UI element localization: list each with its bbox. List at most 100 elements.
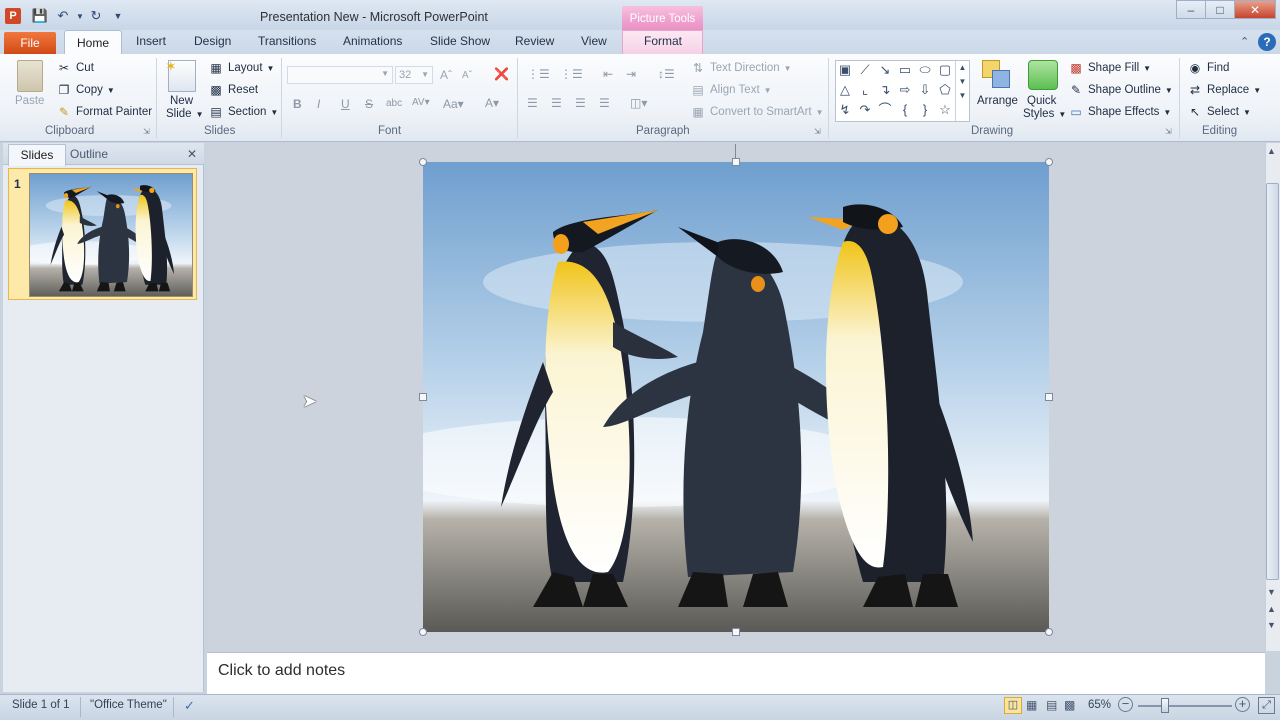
zoom-out-icon[interactable]: − <box>1118 697 1133 712</box>
align-left-icon[interactable]: ☰ <box>527 96 538 110</box>
clipboard-launcher-icon[interactable]: ⇲ <box>143 127 150 136</box>
strikethrough-icon[interactable]: S <box>365 97 373 111</box>
section-button[interactable]: ▤ Section ▼ <box>208 104 278 120</box>
replace-button[interactable]: ⇄ Replace ▼ <box>1187 82 1261 98</box>
pentagon-shape-icon[interactable]: ⬠ <box>936 81 954 99</box>
elbow-arrow-shape-icon[interactable]: ↴ <box>876 81 894 99</box>
down-arrow-shape-icon[interactable]: ⇩ <box>916 81 934 99</box>
right-brace-shape-icon[interactable]: } <box>916 101 934 119</box>
quick-styles-label-1[interactable]: Quick <box>1027 95 1056 107</box>
resize-handle-right[interactable] <box>1045 393 1053 401</box>
right-arrow-shape-icon[interactable]: ⇨ <box>896 81 914 99</box>
arrange-button[interactable]: Arrange <box>977 95 1018 107</box>
quick-styles-icon[interactable] <box>1028 60 1058 90</box>
shapes-more-icon[interactable]: ▲ ▼ ▼ <box>955 61 969 121</box>
tab-animations[interactable]: Animations <box>343 34 402 48</box>
arrow-line-shape-icon[interactable]: ↘ <box>876 61 894 79</box>
freeform-shape-icon[interactable]: ↯ <box>836 101 854 119</box>
slide-thumbnail[interactable] <box>29 173 193 297</box>
tab-slides[interactable]: Slides <box>8 144 66 166</box>
zoom-slider-thumb[interactable] <box>1161 698 1169 713</box>
align-text-button[interactable]: ▤ Align Text ▼ <box>690 82 771 98</box>
star-shape-icon[interactable]: ☆ <box>936 101 954 119</box>
decrease-indent-icon[interactable]: ⇤ <box>603 67 613 81</box>
rectangle-shape-icon[interactable]: ▭ <box>896 61 914 79</box>
help-icon[interactable]: ? <box>1258 33 1276 51</box>
tab-outline[interactable]: Outline <box>70 147 108 161</box>
clear-formatting-icon[interactable]: ❌ <box>494 67 509 81</box>
new-slide-label-2[interactable]: Slide ▼ <box>166 108 204 120</box>
save-icon[interactable]: 💾 <box>32 8 48 24</box>
elbow-shape-icon[interactable]: ⌞ <box>856 81 874 99</box>
shrink-font-icon[interactable]: Aˇ <box>462 70 472 81</box>
maximize-button[interactable]: □ <box>1205 0 1235 19</box>
cut-button[interactable]: ✂ Cut <box>56 60 94 76</box>
redo-icon[interactable]: ↻ <box>88 8 104 24</box>
grow-font-icon[interactable]: Aˆ <box>440 68 452 82</box>
undo-icon[interactable]: ↶ <box>55 8 71 24</box>
undo-dropdown-icon[interactable]: ▼ <box>72 8 88 24</box>
shape-outline-button[interactable]: ✎ Shape Outline ▼ <box>1068 82 1173 98</box>
columns-icon[interactable]: ◫▾ <box>630 96 647 110</box>
numbering-icon[interactable]: ⋮☰ <box>560 67 583 81</box>
bold-icon[interactable]: B <box>293 97 302 111</box>
resize-handle-left[interactable] <box>419 393 427 401</box>
shape-effects-button[interactable]: ▭ Shape Effects ▼ <box>1068 104 1171 120</box>
triangle-shape-icon[interactable]: △ <box>836 81 854 99</box>
tab-slide-show[interactable]: Slide Show <box>430 34 490 48</box>
oval-shape-icon[interactable]: ⬭ <box>916 61 934 79</box>
shape-fill-button[interactable]: ▩ Shape Fill ▼ <box>1068 60 1151 76</box>
theme-name[interactable]: "Office Theme" <box>90 699 167 711</box>
scroll-thumb[interactable] <box>1266 183 1279 580</box>
close-pane-icon[interactable]: ✕ <box>187 147 197 161</box>
format-painter-button[interactable]: ✎ Format Painter <box>56 104 152 120</box>
tab-insert[interactable]: Insert <box>136 34 166 48</box>
resize-handle-top[interactable] <box>732 158 740 166</box>
arrange-icon[interactable] <box>982 60 1012 90</box>
notes-pane[interactable] <box>207 652 1265 694</box>
rounded-rect-shape-icon[interactable]: ▢ <box>936 61 954 79</box>
reset-button[interactable]: ▩ Reset <box>208 82 258 98</box>
minimize-button[interactable]: – <box>1176 0 1206 19</box>
new-slide-icon[interactable]: ✶ <box>165 58 196 92</box>
font-name-input[interactable]: ▼ <box>287 66 393 84</box>
previous-slide-icon[interactable]: ▲ <box>1267 604 1276 614</box>
find-button[interactable]: ◉ Find <box>1187 60 1230 76</box>
new-slide-label-1[interactable]: New <box>170 95 193 107</box>
paste-button[interactable]: Paste <box>15 95 44 107</box>
scroll-up-icon[interactable]: ▲ <box>1267 146 1276 156</box>
increase-indent-icon[interactable]: ⇥ <box>626 67 636 81</box>
tab-file[interactable]: File <box>4 32 56 54</box>
tab-home[interactable]: Home <box>64 30 122 55</box>
line-shape-icon[interactable]: ⟋ <box>856 61 874 79</box>
close-button[interactable]: ✕ <box>1234 0 1276 19</box>
convert-smartart-button[interactable]: ▦ Convert to SmartArt ▼ <box>690 104 823 120</box>
tab-view[interactable]: View <box>581 34 607 48</box>
select-button[interactable]: ↖ Select ▼ <box>1187 104 1251 120</box>
tab-transitions[interactable]: Transitions <box>258 34 316 48</box>
notes-placeholder[interactable]: Click to add notes <box>218 662 345 680</box>
resize-handle-top-right[interactable] <box>1045 158 1053 166</box>
left-brace-shape-icon[interactable]: { <box>896 101 914 119</box>
copy-button[interactable]: ❐ Copy ▼ <box>56 82 115 98</box>
shapes-gallery[interactable]: ▣ ⟋ ↘ ▭ ⬭ ▢ △ ⌞ ↴ ⇨ ⇩ ⬠ ↯ ↷ ⌒ { } ☆ ▲ ▼ ▼ <box>835 60 970 122</box>
zoom-in-icon[interactable]: + <box>1235 697 1250 712</box>
fit-to-window-icon[interactable]: ⤢ <box>1258 697 1275 714</box>
scroll-down-icon[interactable]: ▼ <box>1267 587 1276 597</box>
font-size-input[interactable]: 32 ▼ <box>395 66 433 84</box>
arc-shape-icon[interactable]: ⌒ <box>876 101 894 119</box>
minimize-ribbon-icon[interactable]: ⌃ <box>1240 35 1249 48</box>
app-icon[interactable]: P <box>5 8 21 24</box>
zoom-slider-track[interactable] <box>1138 705 1232 707</box>
zoom-level[interactable]: 65% <box>1088 699 1111 711</box>
bullets-icon[interactable]: ⋮☰ <box>527 67 550 81</box>
reading-view-icon[interactable]: ▤ <box>1046 698 1057 712</box>
drawing-launcher-icon[interactable]: ⇲ <box>1165 127 1172 136</box>
slide-show-icon[interactable]: ▩ <box>1064 698 1075 712</box>
spell-check-icon[interactable]: ✓ <box>184 698 195 714</box>
next-slide-icon[interactable]: ▼ <box>1267 620 1276 630</box>
shadow-icon[interactable]: abc <box>386 98 402 109</box>
line-spacing-icon[interactable]: ↕☰ <box>658 67 675 81</box>
penguins-picture[interactable] <box>423 162 1049 632</box>
change-case-icon[interactable]: Aa▾ <box>443 97 464 111</box>
